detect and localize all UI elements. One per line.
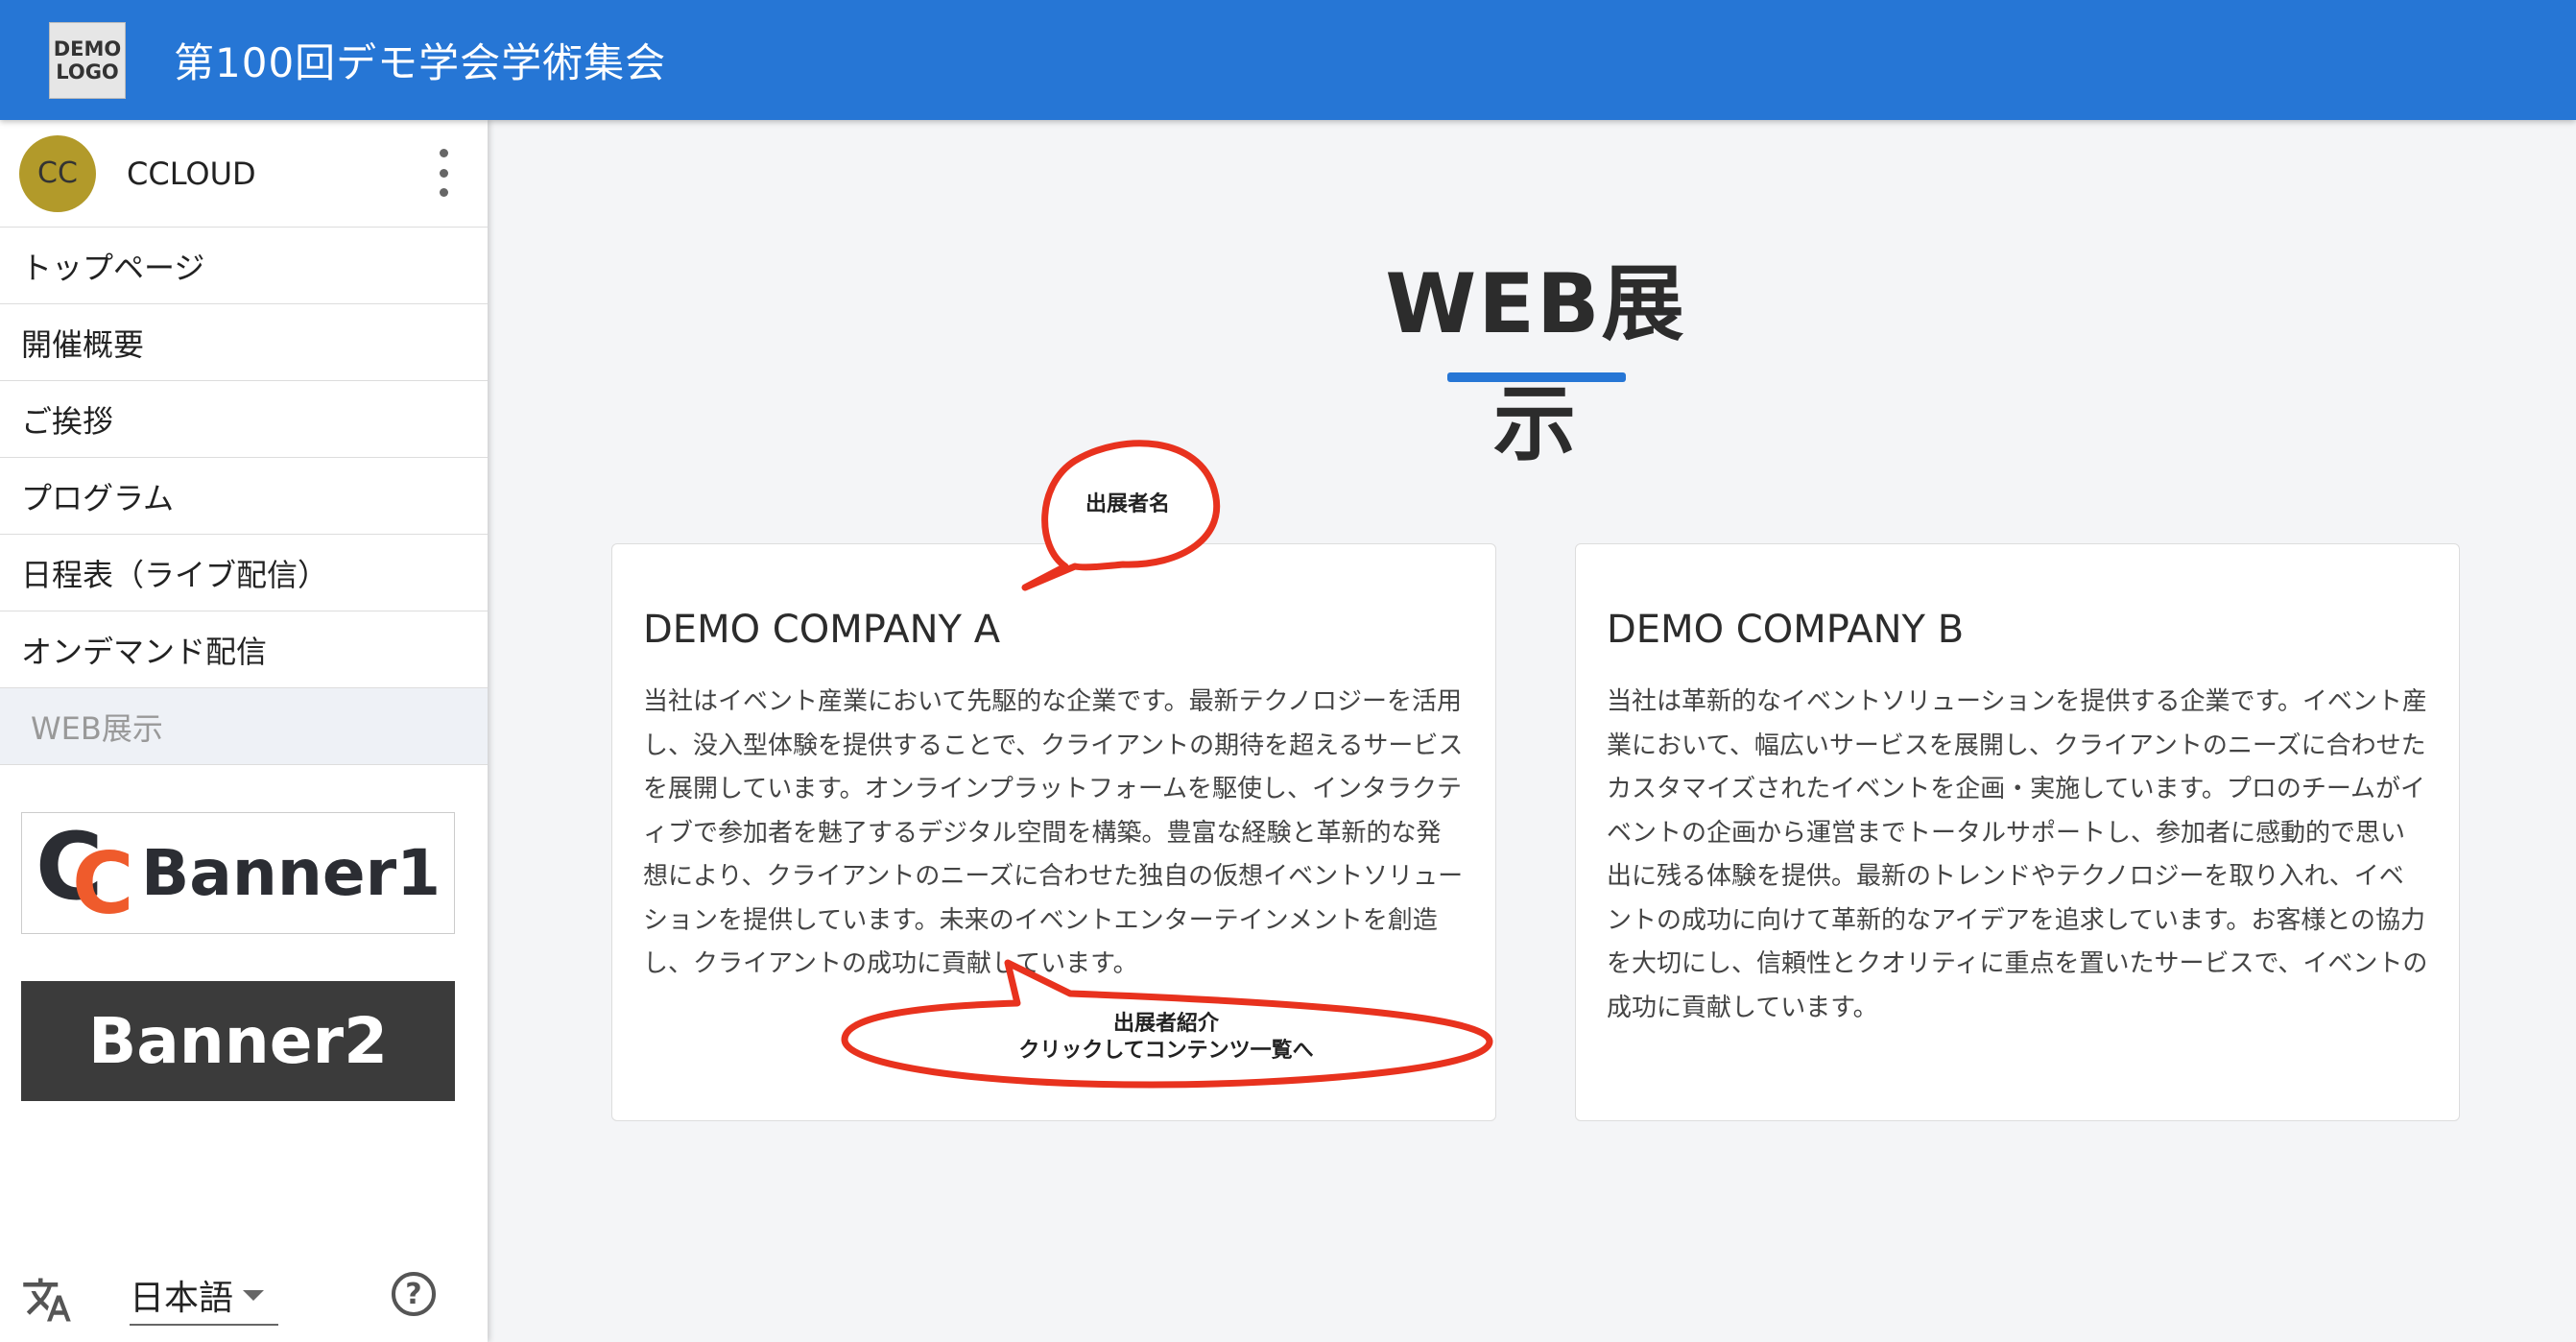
sidebar-item-overview[interactable]: 開催概要 [0, 304, 488, 381]
user-row: CC CCLOUD [0, 120, 488, 228]
sidebar-item-top[interactable]: トップページ [0, 228, 488, 304]
sidebar-footer: 日本語 ? [0, 1253, 488, 1330]
exhibitor-intro-line1: 出展者紹介 [1112, 1012, 1219, 1036]
exhibitor-description: 当社はイベント産業において先駆的な企業です。最新テクノロジーを活用し、没入型体験… [643, 687, 1464, 978]
avatar[interactable]: CC [19, 134, 96, 212]
sidebar-item-schedule[interactable]: 日程表（ライブ配信） [0, 535, 488, 611]
banner2[interactable]: Banner2 [21, 981, 455, 1101]
exhibitor-intro-callout: 出展者紹介 クリックしてコンテンツ一覧へ [950, 1011, 1382, 1065]
site-logo[interactable]: DEMO LOGO [49, 21, 126, 99]
sidebar-item-ondemand[interactable]: オンデマンド配信 [0, 611, 488, 688]
exhibitor-name[interactable]: DEMO COMPANY B [1607, 608, 2428, 652]
more-menu-icon[interactable] [438, 149, 449, 197]
banner2-label: Banner2 [87, 1004, 389, 1078]
cc-logo-icon: CC [36, 812, 134, 933]
logo-line1: DEMO [53, 36, 122, 60]
page-title: WEB展示 [1385, 256, 1686, 472]
exhibitor-intro-line2: クリックしてコンテンツ一覧へ [1018, 1039, 1314, 1063]
sidebar-item-web-exhibition[interactable]: WEB展示 [0, 688, 488, 765]
exhibitor-description: 当社は革新的なイベントソリューションを提供する企業です。イベント産業において、幅… [1607, 687, 2428, 1022]
chevron-down-icon [243, 1289, 265, 1301]
sidebar: CC CCLOUD トップページ 開催概要 ご挨拶 プログラム 日程表（ライブ配… [0, 120, 488, 1342]
help-icon[interactable]: ? [392, 1272, 436, 1316]
language-select[interactable]: 日本語 [130, 1266, 278, 1326]
user-name: CCLOUD [127, 155, 256, 192]
sidebar-item-greeting[interactable]: ご挨拶 [0, 381, 488, 458]
banner1-label: Banner1 [141, 836, 441, 910]
translate-icon[interactable] [21, 1274, 73, 1326]
language-value: 日本語 [130, 1279, 234, 1318]
exhibitor-name-callout: 出展者名 [1085, 492, 1170, 516]
site-title[interactable]: 第100回デモ学会学術集会 [174, 31, 666, 89]
exhibitor-card-b[interactable]: DEMO COMPANY B 当社は革新的なイベントソリューションを提供する企業… [1575, 543, 2460, 1121]
title-underline [1447, 372, 1626, 382]
sidebar-item-program[interactable]: プログラム [0, 458, 488, 535]
banner1[interactable]: CC Banner1 [21, 812, 455, 934]
exhibitor-name[interactable]: DEMO COMPANY A [643, 608, 1465, 652]
logo-line2: LOGO [56, 60, 119, 84]
app-header: DEMO LOGO 第100回デモ学会学術集会 [0, 0, 2576, 120]
